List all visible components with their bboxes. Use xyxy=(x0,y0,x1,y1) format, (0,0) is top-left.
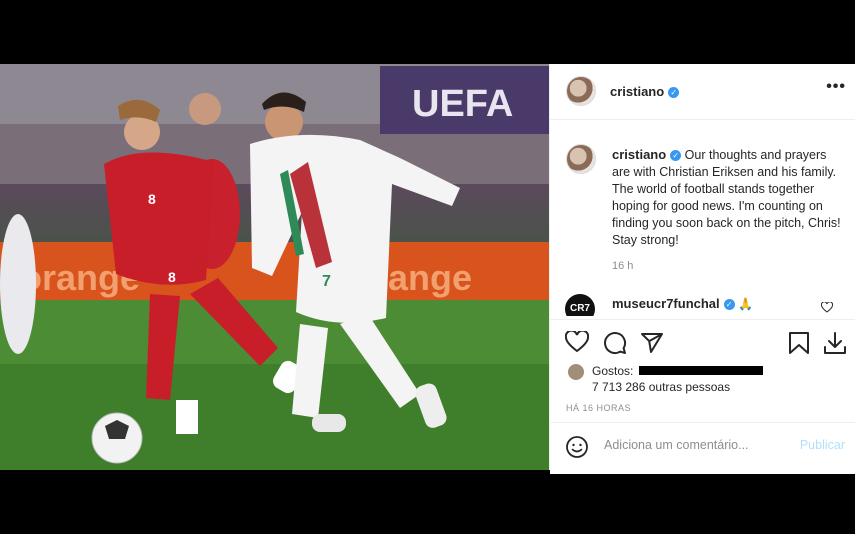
football-scene: UEFA orange orange 8 8 7 xyxy=(0,64,549,470)
post-panel: cristiano ✓ ••• cristiano ✓ Our thoughts a… xyxy=(549,64,855,474)
author-name-row: cristiano ✓ xyxy=(610,83,680,101)
add-comment-row: Publicar xyxy=(550,422,855,471)
post-header: cristiano ✓ ••• xyxy=(550,64,855,120)
likes-prefix: Gostos: xyxy=(592,364,634,378)
caption-verified-badge-icon: ✓ xyxy=(670,150,682,161)
emoji-icon[interactable] xyxy=(565,435,589,459)
publish-button[interactable]: Publicar xyxy=(800,438,845,452)
download-icon[interactable] xyxy=(823,331,847,355)
small-heart-icon[interactable] xyxy=(821,302,833,313)
author-avatar[interactable] xyxy=(566,76,596,106)
eriksen-number: 8 xyxy=(148,191,156,207)
caption-text: Our thoughts and prayers are with Christ… xyxy=(612,148,841,247)
comment-emoji: 🙏 xyxy=(738,297,754,311)
eriksen-shorts-number: 8 xyxy=(168,269,176,285)
post-timestamp[interactable]: HÁ 16 HORAS xyxy=(566,403,631,413)
likes-count[interactable]: 7 713 286 outras pessoas xyxy=(592,380,730,394)
comment-avatar-text: CR7 xyxy=(569,303,590,314)
more-options-icon[interactable]: ••• xyxy=(826,78,846,96)
share-icon[interactable] xyxy=(640,331,664,355)
heart-icon[interactable] xyxy=(565,331,589,353)
comment-icon[interactable] xyxy=(603,331,627,355)
comment-username[interactable]: museucr7funchal xyxy=(612,296,720,311)
post-photo[interactable]: UEFA orange orange 8 8 7 xyxy=(0,64,549,470)
uefa-banner-text: UEFA xyxy=(412,83,513,125)
author-username[interactable]: cristiano xyxy=(610,84,664,99)
post-caption: cristiano ✓ Our thoughts and prayers are … xyxy=(612,146,844,249)
caption-username[interactable]: cristiano xyxy=(612,147,666,162)
comment-avatar[interactable]: CR7 xyxy=(565,294,595,316)
liker-avatar[interactable] xyxy=(568,364,584,380)
ronaldo-shorts-number: 7 xyxy=(322,273,331,290)
actions-section: Gostos: 7 713 286 outras pessoas HÁ 16 H… xyxy=(550,319,855,474)
comment-body: museucr7funchal ✓ 🙏 xyxy=(612,296,753,311)
liker-name-redacted xyxy=(638,366,763,375)
caption-avatar[interactable] xyxy=(566,144,596,174)
likes-line: Gostos: xyxy=(592,364,763,378)
comment-row: CR7 museucr7funchal ✓ 🙏 xyxy=(565,292,845,316)
bookmark-icon[interactable] xyxy=(788,331,810,355)
verified-badge-icon: ✓ xyxy=(668,87,680,98)
comment-verified-badge-icon: ✓ xyxy=(723,299,735,310)
comment-input[interactable] xyxy=(602,437,786,453)
caption-time[interactable]: 16 h xyxy=(612,260,633,272)
